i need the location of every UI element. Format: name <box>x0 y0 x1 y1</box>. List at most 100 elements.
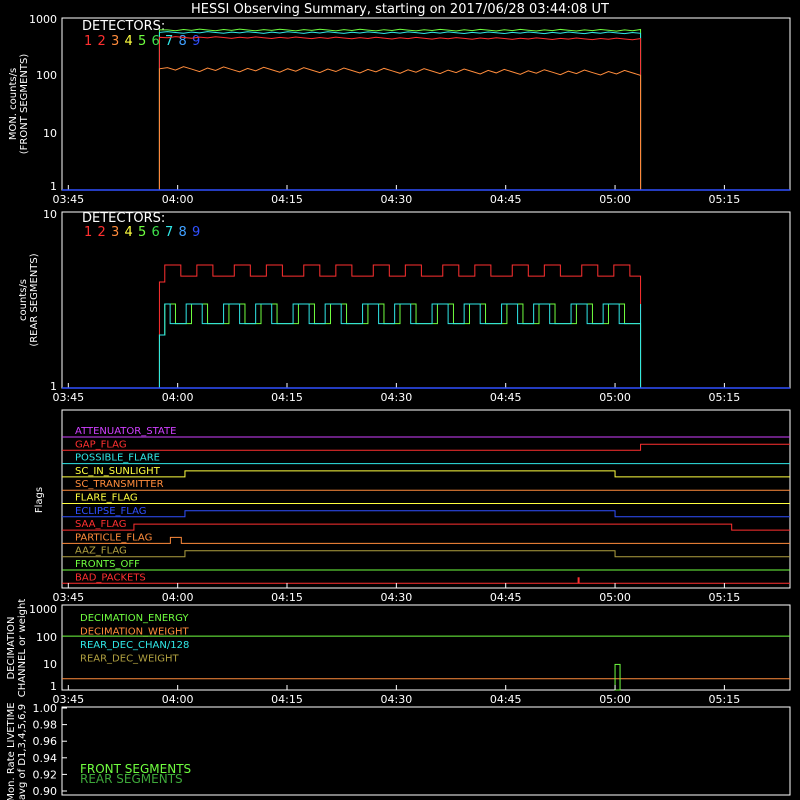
x-tick-label: 03:45 <box>52 591 84 604</box>
decimation-legend-item: DECIMATION_ENERGY <box>80 613 189 624</box>
detector-number-6: 6 <box>152 225 160 240</box>
livetime-tick-label: 0.98 <box>33 719 58 732</box>
decimation-legend-item: REAR_DEC_CHAN/128 <box>80 640 189 651</box>
flag-label: GAP_FLAG <box>75 439 127 450</box>
detector-number-7: 7 <box>165 225 173 240</box>
x-tick-label: 03:45 <box>52 693 84 706</box>
flag-label: ECLIPSE_FLAG <box>75 506 146 517</box>
detector-number-5: 5 <box>138 225 146 240</box>
front-series <box>62 28 790 191</box>
livetime-panel: Mon. Rate LIVETIME avg of D1,3,4,5,6,9 0… <box>6 702 791 800</box>
rear-ylabel-2: (REAR SEGMENTS) <box>29 253 40 346</box>
x-tick-label: 05:00 <box>599 391 631 404</box>
x-tick-label: 04:45 <box>490 391 522 404</box>
flag-label: FLARE_FLAG <box>75 493 138 504</box>
rear-legend-title: DETECTORS: <box>82 211 165 226</box>
front-panel: MON. counts/s (FRONT SEGMENTS) 1 10 100 … <box>8 13 791 206</box>
flag-label: SAA_FLAG <box>75 519 126 530</box>
front-ytick-10: 10 <box>43 127 57 140</box>
detector-number-8: 8 <box>179 34 187 49</box>
figure-title: HESSI Observing Summary, starting on 201… <box>191 2 609 17</box>
x-tick-label: 04:00 <box>162 693 194 706</box>
x-tick-label: 04:15 <box>271 693 303 706</box>
front-series-line <box>158 31 642 190</box>
flags-panel: Flags ATTENUATOR_STATE GAP_FLAG POSSIBLE_F… <box>34 409 791 604</box>
flag-line <box>62 550 790 558</box>
front-series-line <box>158 36 642 190</box>
x-tick-label: 03:45 <box>52 193 84 206</box>
front-ytick-1000: 1000 <box>29 13 57 26</box>
x-tick-label: 04:00 <box>162 391 194 404</box>
x-tick-label: 05:00 <box>599 693 631 706</box>
x-tick-label: 05:15 <box>709 693 741 706</box>
detector-number-1: 1 <box>84 34 92 49</box>
flag-line <box>62 510 790 518</box>
livetime-tick-label: 0.90 <box>33 785 58 798</box>
x-tick-label: 04:30 <box>381 693 413 706</box>
x-tick-label: 04:15 <box>271 391 303 404</box>
flag-label: SC_TRANSMITTER <box>75 479 164 490</box>
rear-panel: counts/s (REAR SEGMENTS) 1 10 DETECTORS:… <box>18 208 791 404</box>
rear-series-line <box>158 303 642 388</box>
x-tick-label: 04:30 <box>381 391 413 404</box>
x-tick-label: 05:00 <box>599 591 631 604</box>
livetime-ylabel-1: Mon. Rate LIVETIME <box>6 702 17 800</box>
livetime-tick-label: 0.96 <box>33 735 58 748</box>
decimation-panel: DECIMATION CHANNEL or weight 1 10 100 10… <box>6 599 791 706</box>
rear-legend-numbers: 123456789 <box>84 225 200 240</box>
flag-line <box>62 470 790 478</box>
x-tick-label: 05:00 <box>599 193 631 206</box>
detector-number-9: 9 <box>192 225 200 240</box>
rear-ytick-10: 10 <box>43 208 57 221</box>
detector-number-8: 8 <box>179 225 187 240</box>
flags-x-ticks: 03:45 04:00 04:15 04:30 04:45 05:00 05:15 <box>52 583 740 604</box>
detector-number-6: 6 <box>152 34 160 49</box>
livetime-ylabel-2: avg of D1,3,4,5,6,9 <box>17 704 28 800</box>
x-tick-label: 03:45 <box>52 391 84 404</box>
x-tick-label: 04:15 <box>271 193 303 206</box>
decimation-ytick-1000: 1000 <box>29 603 57 616</box>
detector-number-4: 4 <box>125 34 133 49</box>
detector-number-3: 3 <box>111 34 119 49</box>
flag-label: ATTENUATOR_STATE <box>75 426 176 437</box>
detector-number-1: 1 <box>84 225 92 240</box>
livetime-legend-rear: REAR SEGMENTS <box>80 772 183 786</box>
front-series-line <box>158 28 642 190</box>
x-tick-label: 05:15 <box>709 193 741 206</box>
livetime-tick-label: 0.94 <box>33 752 58 765</box>
decimation-x-ticks: 03:45 04:00 04:15 04:30 04:45 05:00 05:15 <box>52 685 740 706</box>
flag-label: FRONTS_OFF <box>75 559 140 570</box>
x-tick-label: 04:15 <box>271 591 303 604</box>
detector-number-4: 4 <box>125 225 133 240</box>
flag-label: POSSIBLE_FLARE <box>75 453 160 464</box>
x-tick-label: 04:00 <box>162 193 194 206</box>
decimation-ytick-1: 1 <box>50 680 57 693</box>
x-tick-label: 05:15 <box>709 391 741 404</box>
x-tick-label: 05:15 <box>709 591 741 604</box>
detector-number-7: 7 <box>165 34 173 49</box>
flags-rows: ATTENUATOR_STATE GAP_FLAG POSSIBLE_FLARE SC… <box>62 426 790 584</box>
x-tick-label: 04:30 <box>381 193 413 206</box>
decimation-ylabel-2: CHANNEL or weight <box>17 599 28 698</box>
flag-label: BAD_PACKETS <box>75 572 146 583</box>
detector-number-9: 9 <box>192 34 200 49</box>
front-legend-numbers: 123456789 <box>84 34 200 49</box>
x-tick-label: 04:45 <box>490 193 522 206</box>
x-tick-label: 04:30 <box>381 591 413 604</box>
front-ylabel-1: MON. counts/s <box>8 68 19 140</box>
flag-label: PARTICLE_FLAG <box>75 532 152 543</box>
x-tick-label: 04:00 <box>162 591 194 604</box>
x-tick-label: 04:45 <box>490 693 522 706</box>
livetime-tick-label: 0.92 <box>33 768 58 781</box>
flag-line <box>62 523 790 531</box>
front-ytick-1: 1 <box>50 180 57 193</box>
front-series-line <box>158 66 642 190</box>
front-ytick-100: 100 <box>36 69 57 82</box>
flag-label: AAZ_FLAG <box>75 546 127 557</box>
decimation-spike <box>614 663 621 691</box>
detector-number-2: 2 <box>98 225 106 240</box>
decimation-ytick-100: 100 <box>36 631 57 644</box>
flag-line <box>62 536 790 544</box>
detector-number-2: 2 <box>98 34 106 49</box>
hessi-summary-figure: HESSI Observing Summary, starting on 201… <box>6 2 791 800</box>
